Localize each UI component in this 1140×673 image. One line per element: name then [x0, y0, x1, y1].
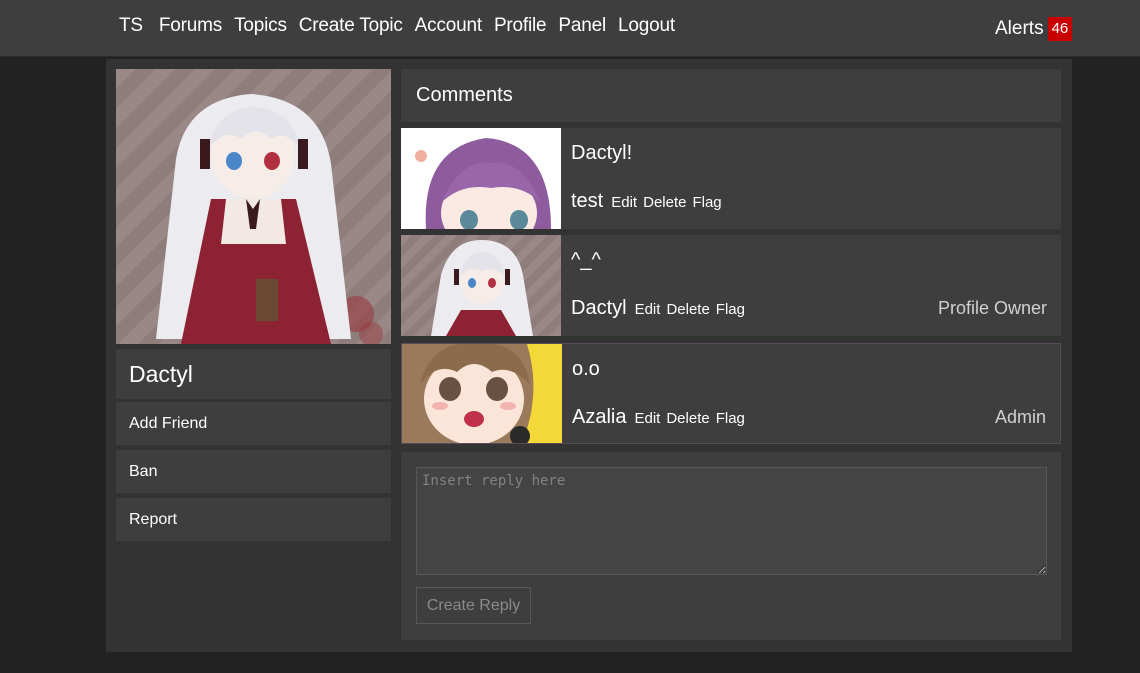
top-nav: TS Forums Topics Create Topic Account Pr… [0, 0, 1140, 57]
nav-link-logout[interactable]: Logout [618, 15, 675, 37]
comment-avatar-image [401, 235, 561, 336]
nav-link-panel[interactable]: Panel [558, 15, 606, 37]
add-friend-label: Add Friend [129, 415, 208, 432]
comments-title: Comments [416, 84, 513, 106]
comments-header: Comments [401, 69, 1061, 122]
report-label: Report [129, 511, 178, 528]
alerts-count-badge: 46 [1047, 17, 1073, 41]
delete-link[interactable]: Delete [643, 194, 686, 211]
edit-link[interactable]: Edit [611, 194, 637, 211]
comment-avatar-image [402, 344, 562, 443]
nav-link-create-topic[interactable]: Create Topic [299, 15, 403, 37]
comment-avatar-image [401, 128, 561, 229]
nav-brand[interactable]: TS [119, 15, 143, 37]
comment-author[interactable]: Azalia [572, 406, 626, 429]
comment-author[interactable]: test [571, 190, 603, 213]
flag-link[interactable]: Flag [716, 301, 745, 318]
comment-tag: Admin [994, 407, 1046, 427]
reply-box: Create Reply [401, 452, 1061, 640]
delete-link[interactable]: Delete [666, 301, 709, 318]
profile-name-box: Dactyl [116, 349, 391, 399]
nav-link-account[interactable]: Account [415, 15, 482, 37]
comment-meta: Azalia Edit Delete Flag [572, 406, 751, 429]
flag-link[interactable]: Flag [692, 194, 721, 211]
comment-meta: test Edit Delete Flag [571, 190, 728, 213]
nav-link-topics[interactable]: Topics [234, 15, 287, 37]
comment-avatar[interactable] [402, 344, 562, 443]
profile-name: Dactyl [129, 361, 193, 387]
nav-link-profile[interactable]: Profile [494, 15, 547, 37]
comment-meta: Dactyl Edit Delete Flag [571, 297, 751, 320]
delete-link[interactable]: Delete [666, 410, 709, 427]
profile-avatar [116, 69, 391, 344]
comment-text: Dactyl! [571, 142, 633, 164]
comment-text: ^_^ [571, 249, 601, 271]
report-button[interactable]: Report [116, 498, 391, 541]
reply-input[interactable] [416, 467, 1047, 575]
comment-author[interactable]: Dactyl [571, 297, 627, 320]
nav-link-forums[interactable]: Forums [159, 15, 222, 37]
profile-container: Dactyl Add Friend Ban Report Comments Da… [106, 59, 1072, 652]
create-reply-button[interactable]: Create Reply [416, 587, 531, 624]
ban-label: Ban [129, 463, 158, 480]
comment-item: ^_^ Dactyl Edit Delete Flag Profile Owne… [401, 235, 1061, 336]
edit-link[interactable]: Edit [634, 410, 660, 427]
alerts-label: Alerts [995, 18, 1044, 39]
comment-avatar[interactable] [401, 128, 561, 229]
ban-button[interactable]: Ban [116, 450, 391, 493]
comment-text: o.o [572, 358, 600, 380]
comment-item: o.o Azalia Edit Delete Flag Admin [401, 343, 1061, 444]
profile-avatar-image [116, 69, 391, 344]
alerts-button[interactable]: Alerts 46 [995, 17, 1073, 41]
flag-link[interactable]: Flag [716, 410, 745, 427]
add-friend-button[interactable]: Add Friend [116, 402, 391, 445]
comment-avatar[interactable] [401, 235, 561, 336]
comment-item: Dactyl! test Edit Delete Flag [401, 128, 1061, 229]
comment-tag: Profile Owner [937, 298, 1047, 318]
nav-links: TS Forums Topics Create Topic Account Pr… [119, 15, 687, 37]
edit-link[interactable]: Edit [635, 301, 661, 318]
